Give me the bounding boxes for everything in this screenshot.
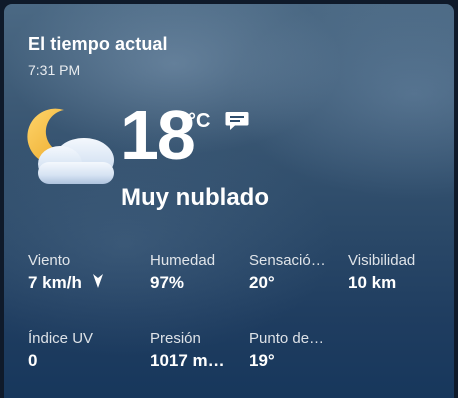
stat-wind: Viento 7 km/h	[28, 252, 120, 293]
stat-label: Presión	[150, 330, 201, 347]
feedback-icon[interactable]	[224, 110, 250, 132]
stat-value: 1017 m…	[150, 351, 225, 370]
stat-humidity: Humedad 97%	[150, 252, 242, 293]
stat-value: 20°	[249, 273, 275, 292]
weather-condition: Muy nublado	[121, 184, 269, 211]
stat-feels-like: Sensació… 20°	[249, 252, 335, 293]
stat-value: 0	[28, 351, 38, 370]
stat-visibility: Visibilidad 10 km	[348, 252, 448, 293]
partly-cloudy-night-icon	[27, 108, 114, 184]
wind-direction-icon	[92, 274, 103, 288]
stat-dew-point: Punto de… 19°	[249, 330, 339, 371]
weather-card[interactable]: El tiempo actual 7:31 PM 18 °C Muy nubla…	[4, 4, 454, 398]
stat-label: Punto de…	[249, 330, 325, 347]
current-time: 7:31 PM	[28, 62, 81, 78]
stat-uv-index: Índice UV 0	[28, 330, 120, 371]
stat-value: 19°	[249, 351, 275, 370]
stat-label: Humedad	[150, 252, 216, 269]
stat-label: Sensació…	[249, 252, 326, 269]
stat-value: 10 km	[348, 273, 397, 292]
temperature-unit: °C	[188, 110, 211, 132]
stat-pressure: Presión 1017 m…	[150, 330, 238, 371]
stat-value: 97%	[150, 273, 185, 292]
stat-value: 7 km/h	[28, 273, 82, 292]
temperature: 18	[120, 96, 196, 174]
stat-label: Índice UV	[28, 330, 94, 347]
stat-label: Viento	[28, 252, 71, 269]
stat-label: Visibilidad	[348, 252, 416, 269]
card-title: El tiempo actual	[28, 34, 168, 54]
